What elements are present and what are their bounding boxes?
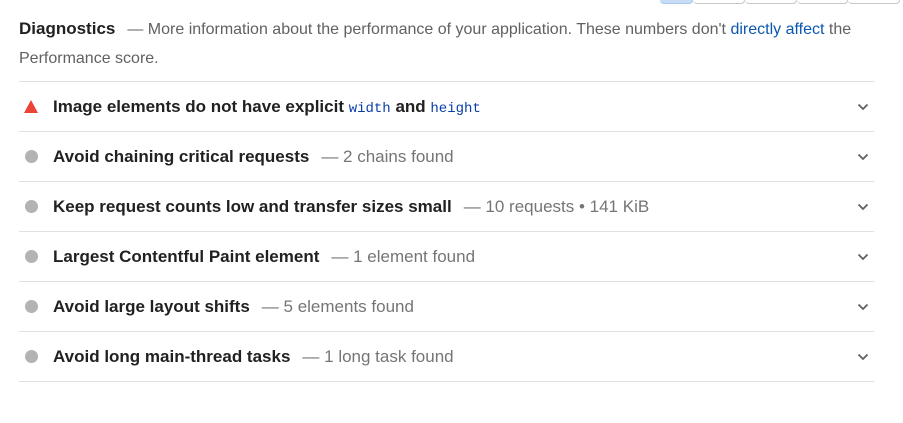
code-height: height	[430, 100, 481, 117]
audit-display-value: — 5 elements found	[261, 296, 414, 316]
diagnostics-section: Diagnostics — More information about the …	[19, 14, 874, 382]
audit-title: Avoid long main-thread tasks	[53, 346, 291, 366]
audit-title: Image elements do not have explicit widt…	[53, 96, 481, 117]
audit-title: Largest Contentful Paint element	[53, 246, 320, 266]
chevron-down-icon[interactable]	[853, 253, 873, 261]
section-header: Diagnostics — More information about the …	[19, 14, 874, 82]
audit-display-value: — 2 chains found	[321, 146, 454, 166]
audit-display-value: — 10 requests • 141 KiB	[463, 196, 650, 216]
filter-tabs	[660, 0, 900, 4]
gray-circle-icon	[19, 150, 53, 163]
chevron-down-icon[interactable]	[853, 103, 873, 111]
audit-layout-shifts[interactable]: Avoid large layout shifts — 5 elements f…	[19, 282, 874, 332]
filter-tab[interactable]	[744, 0, 797, 4]
audit-critical-request-chains[interactable]: Avoid chaining critical requests — 2 cha…	[19, 132, 874, 182]
audit-title: Avoid large layout shifts	[53, 296, 250, 316]
chevron-down-icon[interactable]	[853, 153, 873, 161]
filter-tab[interactable]	[796, 0, 849, 4]
audit-unsized-images[interactable]: Image elements do not have explicit widt…	[19, 82, 874, 132]
filter-tab[interactable]	[693, 0, 745, 4]
audit-display-value: — 1 element found	[331, 246, 476, 266]
audit-resource-summary[interactable]: Keep request counts low and transfer siz…	[19, 182, 874, 232]
audit-long-tasks[interactable]: Avoid long main-thread tasks — 1 long ta…	[19, 332, 874, 382]
gray-circle-icon	[19, 200, 53, 213]
gray-circle-icon	[19, 350, 53, 363]
warning-triangle-icon	[19, 100, 53, 113]
directly-affect-link[interactable]: directly affect	[730, 21, 824, 38]
chevron-down-icon[interactable]	[853, 353, 873, 361]
audit-display-value: — 1 long task found	[302, 346, 454, 366]
audit-title: Keep request counts low and transfer siz…	[53, 196, 452, 216]
gray-circle-icon	[19, 250, 53, 263]
code-width: width	[348, 100, 391, 117]
section-description: — More information about the performance…	[127, 21, 731, 38]
audit-lcp-element[interactable]: Largest Contentful Paint element — 1 ele…	[19, 232, 874, 282]
audit-title: Avoid chaining critical requests	[53, 146, 310, 166]
filter-tab[interactable]	[848, 0, 900, 4]
section-title: Diagnostics	[19, 19, 116, 38]
chevron-down-icon[interactable]	[853, 203, 873, 211]
chevron-down-icon[interactable]	[853, 303, 873, 311]
filter-tab-active[interactable]	[660, 0, 693, 4]
gray-circle-icon	[19, 300, 53, 313]
